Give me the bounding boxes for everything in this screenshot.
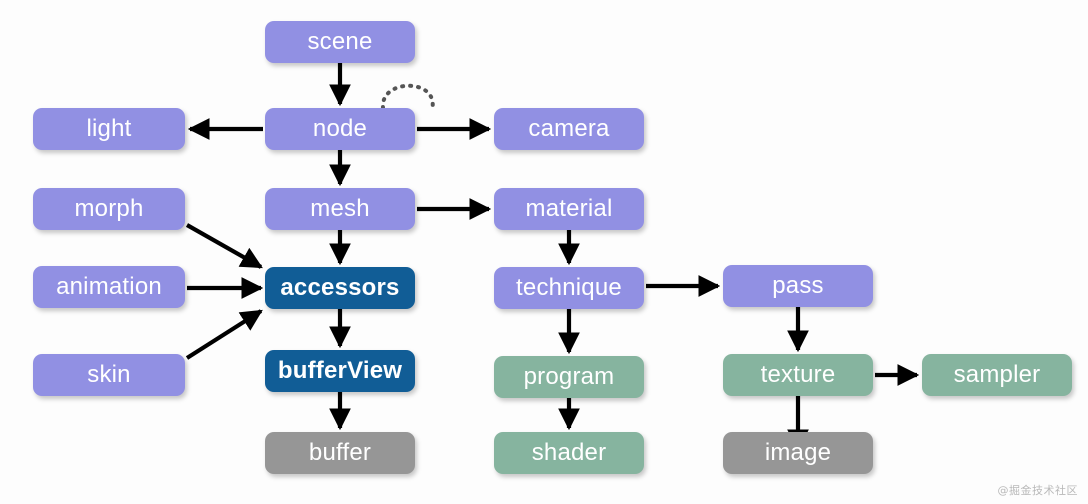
node-label: pass [772,272,824,299]
node-image[interactable]: image [723,432,873,474]
watermark: @掘金技术社区 [997,484,1078,497]
edge-node-self-loop [380,83,435,112]
node-morph[interactable]: morph [33,188,185,230]
node-label: buffer [308,439,372,466]
node-accessors[interactable]: accessors [265,267,415,309]
node-material[interactable]: material [494,188,644,230]
node-label: morph [74,195,144,222]
node-animation[interactable]: animation [33,266,185,308]
node-label: mesh [310,195,370,222]
node-camera[interactable]: camera [494,108,644,150]
node-texture[interactable]: texture [723,354,873,396]
node-label: animation [56,273,162,300]
node-label: image [764,439,832,466]
node-bufferview[interactable]: bufferView [265,350,415,392]
node-pass[interactable]: pass [723,265,873,307]
node-scene[interactable]: scene [265,21,415,63]
node-label: light [86,115,132,142]
edge-morph-accessors [185,223,263,269]
node-label: scene [307,28,373,55]
node-label: sampler [953,361,1041,388]
node-label: camera [528,115,610,142]
node-label: texture [760,361,836,388]
node-program[interactable]: program [494,356,644,398]
node-mesh[interactable]: mesh [265,188,415,230]
node-label: accessors [280,274,400,301]
node-shader[interactable]: shader [494,432,644,474]
node-skin[interactable]: skin [33,354,185,396]
node-label: technique [516,274,622,301]
node-technique[interactable]: technique [494,267,644,309]
node-buffer[interactable]: buffer [265,432,415,474]
node-label: skin [87,361,131,388]
edge-layer [185,63,920,452]
node-label: node [312,115,368,142]
node-node[interactable]: node [265,108,415,150]
node-label: bufferView [277,357,403,384]
node-label: shader [531,439,607,466]
edge-skin-accessors [185,309,263,360]
node-sampler[interactable]: sampler [922,354,1072,396]
node-label: program [523,363,615,390]
diagram-canvas: scene light node camera morph mesh mater… [0,0,1088,504]
node-label: material [525,195,613,222]
node-light[interactable]: light [33,108,185,150]
